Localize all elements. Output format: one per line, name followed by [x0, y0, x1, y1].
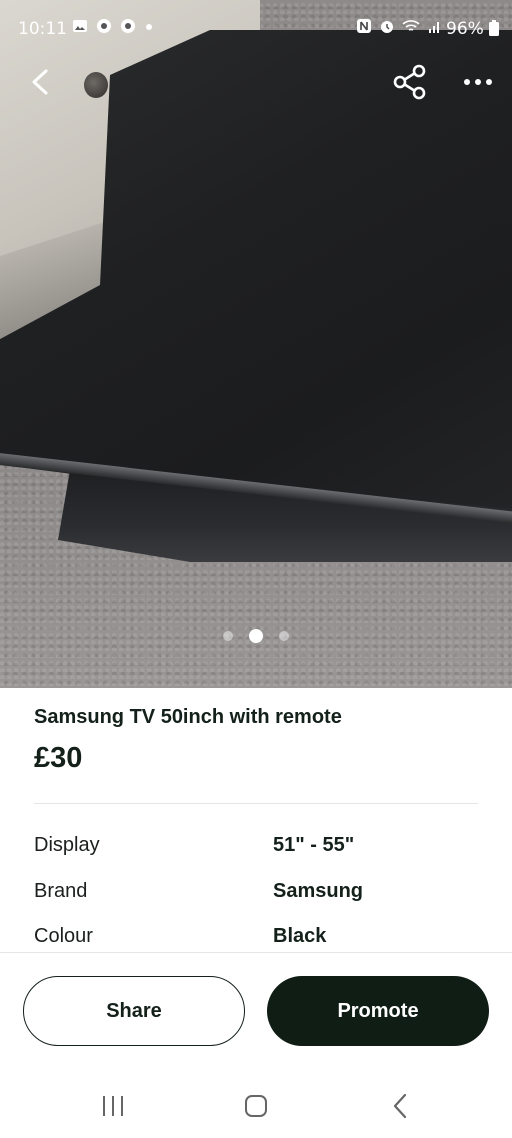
- attribute-row-colour: Colour Black: [34, 925, 478, 955]
- chevron-left-icon: [393, 1093, 407, 1119]
- attribute-value: Black: [273, 925, 327, 947]
- system-back-button[interactable]: [390, 1092, 410, 1120]
- system-nav-bar: [0, 1070, 512, 1138]
- status-bar: 10:11 96%: [0, 0, 512, 56]
- listing-photo[interactable]: 10:11 96%: [0, 0, 512, 688]
- attribute-value: 51" - 55": [273, 834, 355, 856]
- chrome-icon: [97, 19, 112, 33]
- battery-percent: 96%: [446, 19, 484, 39]
- alarm-icon: [381, 21, 394, 33]
- chrome-icon: [121, 19, 136, 33]
- recents-icon: [103, 1096, 123, 1116]
- listing-title: Samsung TV 50inch with remote: [34, 706, 342, 728]
- home-icon: [245, 1095, 267, 1117]
- dot-icon: [145, 24, 152, 30]
- promote-button[interactable]: Promote: [267, 976, 489, 1046]
- pagination-dot[interactable]: [223, 630, 233, 641]
- pagination-dot-active[interactable]: [249, 628, 263, 643]
- back-button[interactable]: [22, 62, 62, 102]
- attribute-row-brand: Brand Samsung: [34, 880, 478, 910]
- home-button[interactable]: [244, 1094, 268, 1118]
- nfc-icon: [357, 19, 371, 33]
- pagination-dot[interactable]: [279, 630, 289, 641]
- recents-button[interactable]: [100, 1094, 126, 1118]
- share-button[interactable]: Share: [23, 976, 245, 1046]
- share-icon: [393, 64, 426, 100]
- action-bar-divider: [0, 952, 512, 953]
- battery-icon: [489, 20, 500, 36]
- more-options-button[interactable]: [458, 62, 498, 102]
- share-icon-button[interactable]: [390, 62, 430, 102]
- attribute-value: Samsung: [273, 880, 364, 902]
- attribute-label: Brand: [34, 880, 88, 902]
- status-battery-group: 96%: [446, 19, 500, 39]
- gallery-icon: [73, 20, 87, 32]
- listing-price: £30: [34, 742, 83, 774]
- chevron-left-icon: [32, 69, 48, 95]
- signal-icon: [428, 22, 439, 33]
- attribute-label: Display: [34, 834, 100, 856]
- photo-knob: [84, 72, 108, 98]
- status-notification-icons: [72, 18, 153, 36]
- status-system-icons: [356, 18, 442, 36]
- more-horizontal-icon: [464, 79, 492, 85]
- photo-pagination: [0, 627, 512, 645]
- wifi-icon: [402, 20, 420, 31]
- status-time: 10:11: [18, 19, 67, 39]
- attribute-row-display: Display 51" - 55": [34, 834, 478, 864]
- attribute-label: Colour: [34, 925, 93, 947]
- divider: [34, 803, 478, 804]
